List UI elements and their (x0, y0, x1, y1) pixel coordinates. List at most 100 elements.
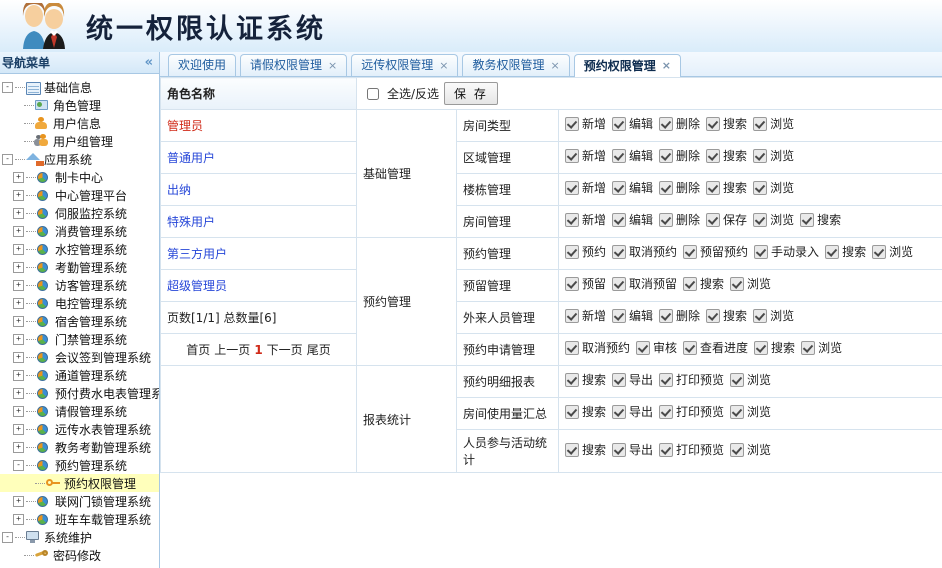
sidebar-item-17[interactable]: + 预付费水电表管理系统 (0, 384, 159, 402)
checkbox-icon[interactable] (754, 341, 769, 355)
expand-toggle-icon[interactable]: + (13, 333, 24, 345)
expand-toggle-icon[interactable]: + (13, 441, 24, 453)
role-list-item[interactable]: 第三方用户 (160, 237, 357, 270)
checkbox-icon[interactable] (565, 309, 579, 323)
checkbox-icon[interactable] (659, 442, 674, 457)
permission-checkbox-编辑[interactable]: 编辑 (612, 306, 653, 326)
expand-toggle-icon[interactable]: + (13, 171, 24, 183)
checkbox-icon[interactable] (683, 341, 698, 355)
checkbox-icon[interactable] (801, 341, 816, 355)
permission-checkbox-搜索[interactable]: 搜索 (565, 402, 606, 422)
checkbox-icon[interactable] (753, 309, 768, 323)
permission-checkbox-浏览[interactable]: 浏览 (730, 370, 771, 390)
checkbox-icon[interactable] (565, 149, 579, 163)
sidebar-item-22[interactable]: 预约权限管理 (0, 474, 159, 492)
checkbox-icon[interactable] (754, 245, 769, 259)
sidebar-item-1[interactable]: 角色管理 (0, 96, 159, 114)
checkbox-icon[interactable] (659, 405, 674, 419)
sidebar-item-8[interactable]: + 消费管理系统 (0, 222, 159, 240)
close-icon[interactable]: × (551, 55, 560, 76)
permission-checkbox-编辑[interactable]: 编辑 (612, 178, 653, 198)
expand-toggle-icon[interactable]: + (13, 189, 24, 201)
sidebar-item-18[interactable]: + 请假管理系统 (0, 402, 159, 420)
tab-2[interactable]: 远传权限管理 × (351, 54, 459, 76)
expand-toggle-icon[interactable]: + (13, 297, 24, 309)
next-page-link[interactable]: 下一页 (267, 343, 303, 357)
permission-checkbox-浏览[interactable]: 浏览 (872, 242, 913, 262)
checkbox-icon[interactable] (612, 117, 627, 131)
permission-checkbox-打印预览[interactable]: 打印预览 (659, 440, 724, 460)
checkbox-icon[interactable] (612, 405, 627, 419)
checkbox-icon[interactable] (612, 309, 627, 323)
permission-checkbox-新增[interactable]: 新增 (565, 146, 606, 166)
sidebar-item-19[interactable]: + 远传水表管理系统 (0, 420, 159, 438)
expand-toggle-icon[interactable]: + (13, 225, 24, 237)
checkbox-icon[interactable] (659, 213, 674, 227)
permission-checkbox-搜索[interactable]: 搜索 (706, 146, 747, 166)
expand-toggle-icon[interactable]: + (13, 207, 24, 219)
sidebar-item-6[interactable]: + 中心管理平台 (0, 186, 159, 204)
sidebar-item-4[interactable]: - 应用系统 (0, 150, 159, 168)
permission-checkbox-浏览[interactable]: 浏览 (730, 440, 771, 460)
checkbox-icon[interactable] (565, 442, 579, 457)
permission-checkbox-手动录入[interactable]: 手动录入 (754, 242, 819, 262)
permission-checkbox-预约[interactable]: 预约 (565, 242, 606, 262)
expand-toggle-icon[interactable]: + (13, 423, 24, 435)
permission-checkbox-打印预览[interactable]: 打印预览 (659, 370, 724, 390)
checkbox-icon[interactable] (565, 181, 579, 195)
permission-checkbox-浏览[interactable]: 浏览 (753, 178, 794, 198)
prev-page-link[interactable]: 上一页 (214, 343, 250, 357)
collapse-toggle-icon[interactable]: - (2, 531, 13, 543)
permission-checkbox-审核[interactable]: 审核 (636, 338, 677, 358)
permission-checkbox-浏览[interactable]: 浏览 (730, 274, 771, 294)
permission-checkbox-浏览[interactable]: 浏览 (753, 146, 794, 166)
permission-checkbox-删除[interactable]: 删除 (659, 306, 700, 326)
checkbox-icon[interactable] (612, 373, 627, 387)
permission-checkbox-新增[interactable]: 新增 (565, 210, 606, 230)
role-list-item[interactable]: 普通用户 (160, 141, 357, 174)
permission-checkbox-搜索[interactable]: 搜索 (800, 210, 841, 230)
checkbox-icon[interactable] (753, 213, 768, 227)
permission-checkbox-编辑[interactable]: 编辑 (612, 210, 653, 230)
permission-checkbox-编辑[interactable]: 编辑 (612, 146, 653, 166)
permission-checkbox-预留预约[interactable]: 预留预约 (683, 242, 748, 262)
checkbox-icon[interactable] (730, 442, 745, 457)
checkbox-icon[interactable] (706, 117, 721, 131)
checkbox-icon[interactable] (636, 341, 651, 355)
role-list-item[interactable]: 出纳 (160, 173, 357, 206)
checkbox-icon[interactable] (825, 245, 840, 259)
checkbox-icon[interactable] (612, 149, 627, 163)
checkbox-icon[interactable] (565, 245, 579, 259)
tab-0[interactable]: 欢迎使用 (168, 54, 237, 76)
checkbox-icon[interactable] (659, 373, 674, 387)
checkbox-icon[interactable] (565, 117, 579, 131)
sidebar-item-7[interactable]: + 伺服监控系统 (0, 204, 159, 222)
tab-1[interactable]: 请假权限管理 × (240, 54, 348, 76)
permission-checkbox-浏览[interactable]: 浏览 (753, 114, 794, 134)
sidebar-item-16[interactable]: + 通道管理系统 (0, 366, 159, 384)
checkbox-icon[interactable] (730, 373, 745, 387)
permission-checkbox-浏览[interactable]: 浏览 (753, 210, 794, 230)
permission-checkbox-取消预约[interactable]: 取消预约 (565, 338, 630, 358)
role-list-item[interactable]: 管理员 (160, 109, 357, 142)
role-name[interactable]: 第三方用户 (167, 247, 227, 261)
role-name[interactable]: 超级管理员 (167, 279, 227, 293)
sidebar-item-9[interactable]: + 水控管理系统 (0, 240, 159, 258)
select-all-checkbox[interactable] (367, 87, 379, 100)
tab-4[interactable]: 预约权限管理 × (573, 54, 681, 77)
sidebar-item-23[interactable]: + 联网门锁管理系统 (0, 492, 159, 510)
permission-checkbox-导出[interactable]: 导出 (612, 402, 653, 422)
sidebar-item-10[interactable]: + 考勤管理系统 (0, 258, 159, 276)
permission-checkbox-导出[interactable]: 导出 (612, 440, 653, 460)
role-list-item[interactable]: 超级管理员 (160, 269, 357, 302)
checkbox-icon[interactable] (753, 149, 768, 163)
checkbox-icon[interactable] (706, 213, 721, 227)
permission-checkbox-取消预约[interactable]: 取消预约 (612, 242, 677, 262)
sidebar-item-14[interactable]: + 门禁管理系统 (0, 330, 159, 348)
checkbox-icon[interactable] (753, 181, 768, 195)
checkbox-icon[interactable] (706, 149, 721, 163)
permission-checkbox-搜索[interactable]: 搜索 (706, 178, 747, 198)
checkbox-icon[interactable] (659, 309, 674, 323)
sidebar-item-20[interactable]: + 教务考勤管理系统 (0, 438, 159, 456)
checkbox-icon[interactable] (730, 405, 745, 419)
